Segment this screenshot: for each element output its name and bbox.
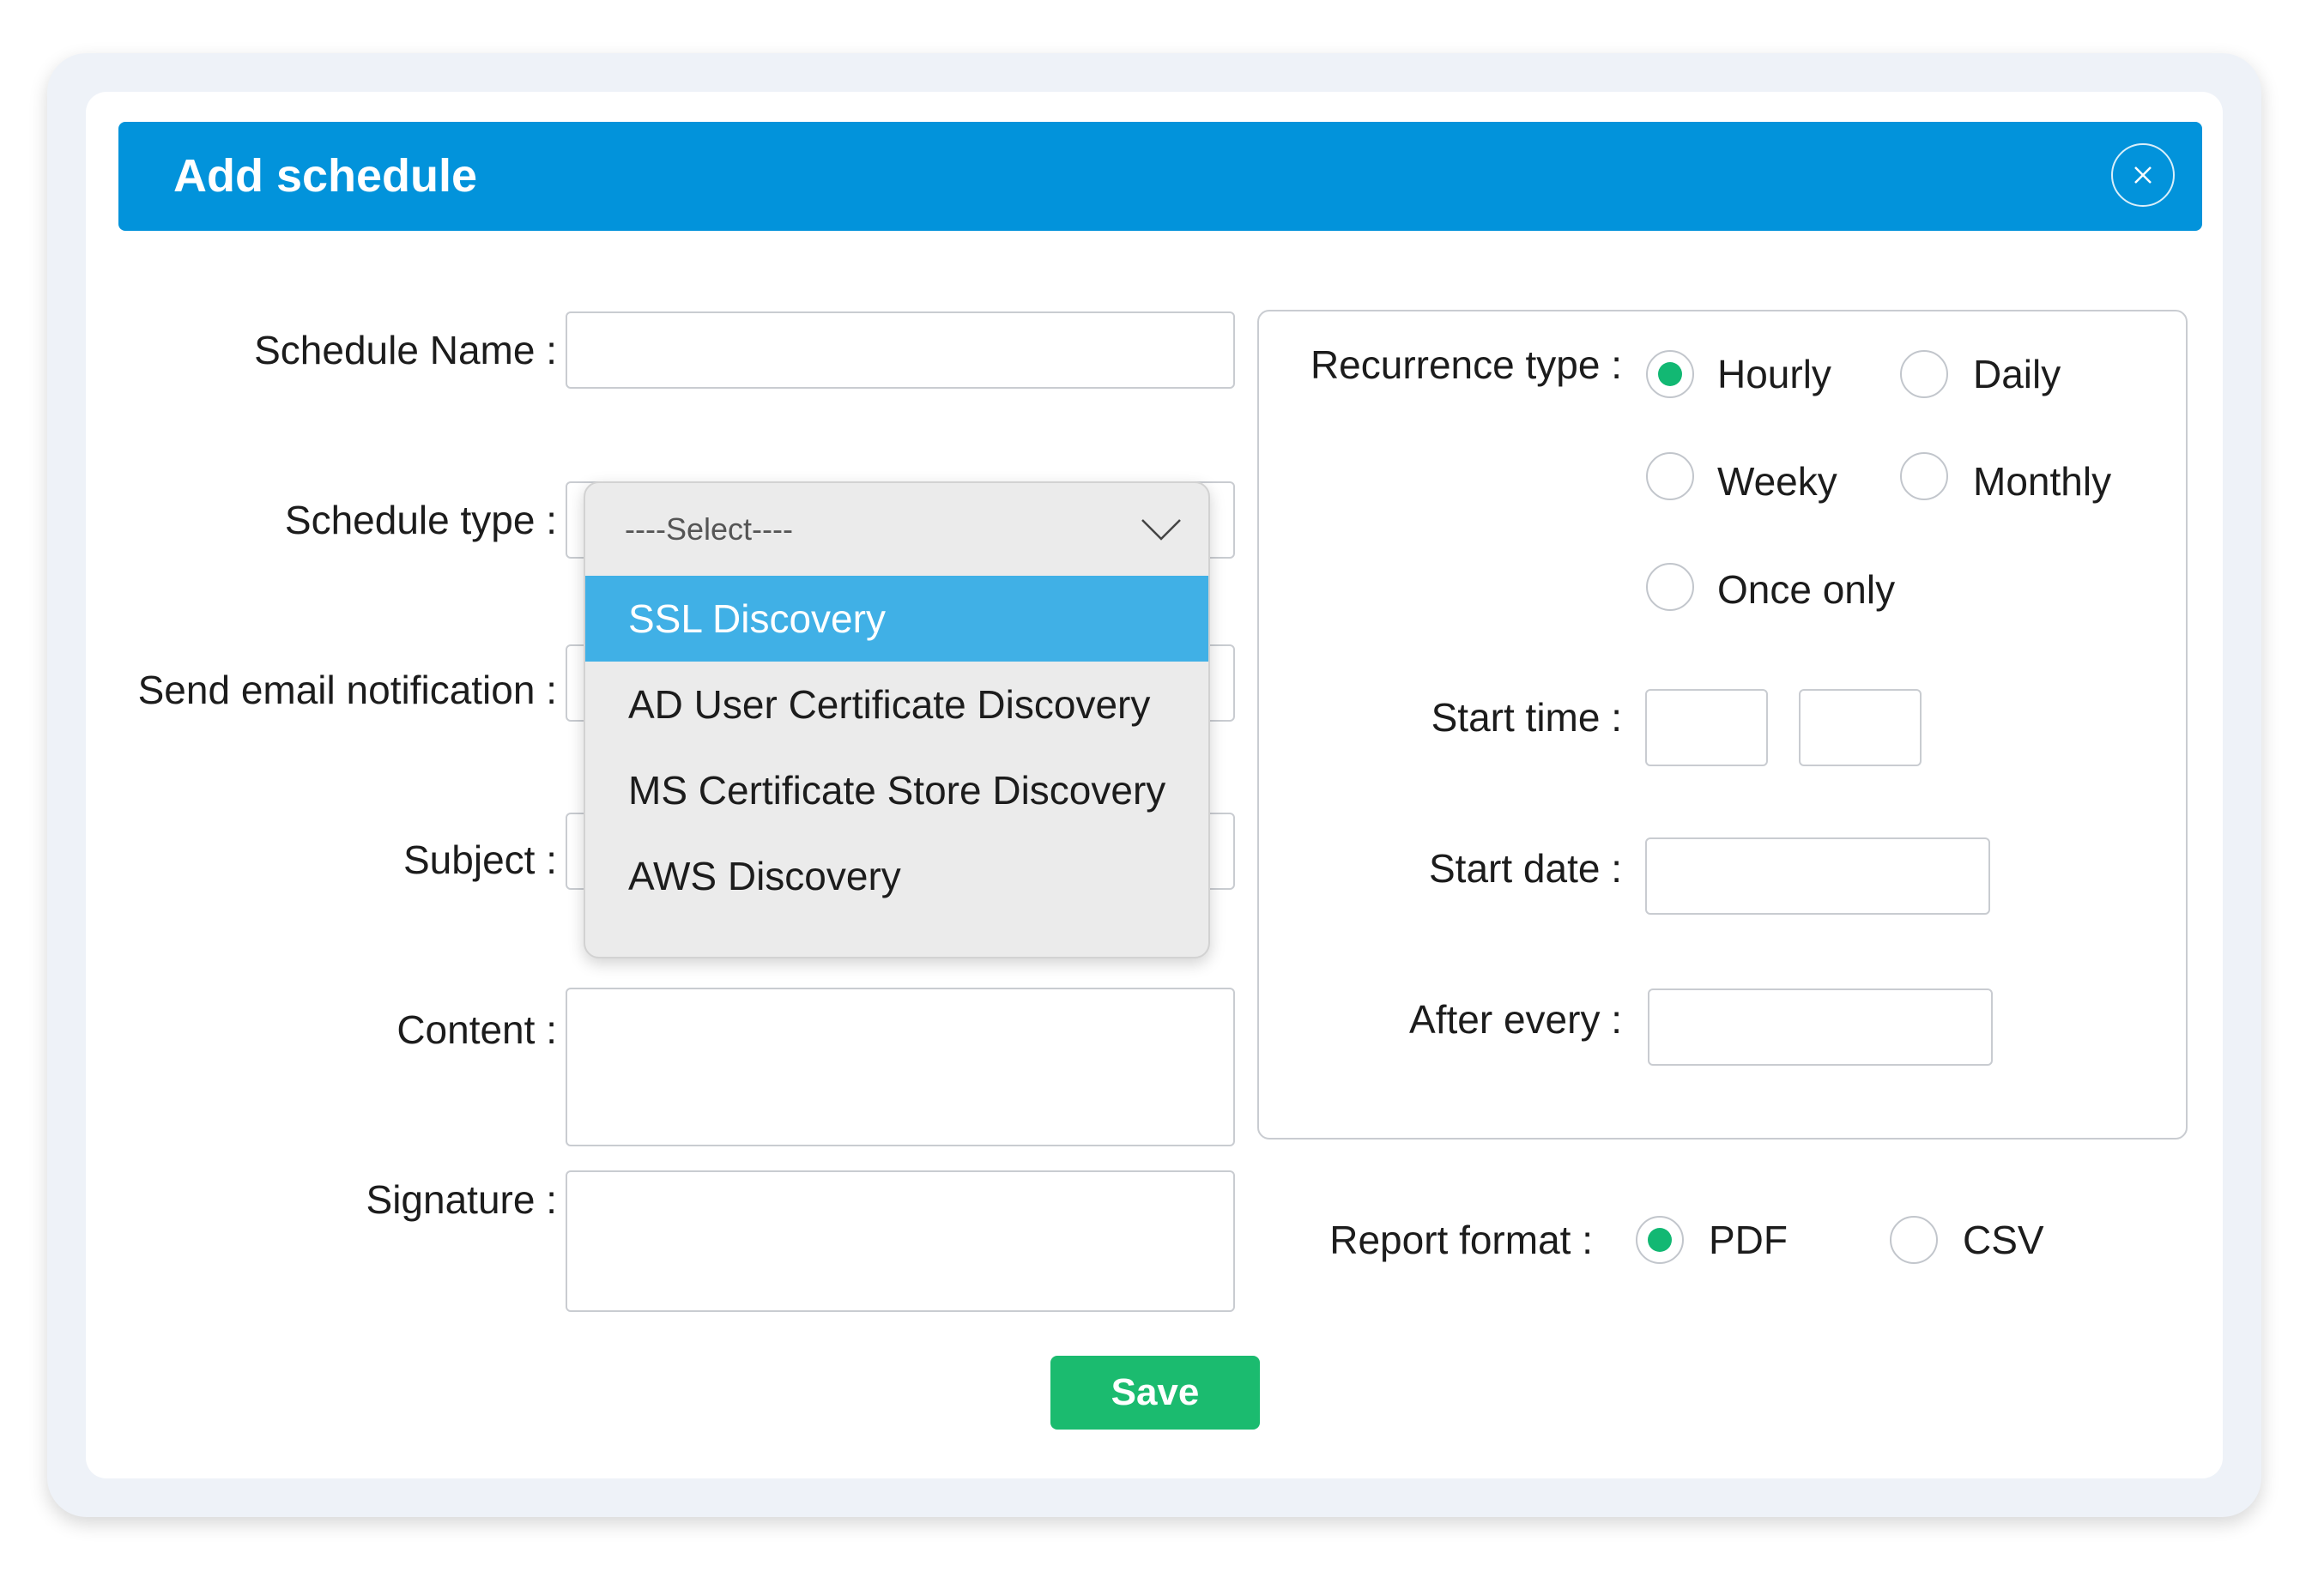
schedule-name-label: Schedule Name : bbox=[254, 328, 557, 372]
send-email-label: Send email notification : bbox=[137, 668, 557, 712]
save-button[interactable]: Save bbox=[1050, 1356, 1260, 1430]
close-icon bbox=[2134, 166, 2152, 184]
content-textarea[interactable] bbox=[566, 988, 1235, 1146]
dropdown-option-ssl-discovery[interactable]: SSL Discovery bbox=[585, 576, 1208, 662]
dropdown-option-ad-user-certificate[interactable]: AD User Certificate Discovery bbox=[585, 662, 1208, 747]
content-label: Content : bbox=[396, 1007, 557, 1052]
radio-selected-dot bbox=[1658, 362, 1682, 386]
recurrence-type-label: Recurrence type : bbox=[1310, 342, 1622, 387]
schedule-type-label: Schedule type : bbox=[284, 498, 557, 542]
radio-hourly[interactable] bbox=[1646, 350, 1694, 398]
dropdown-select-trigger[interactable]: ----Select---- bbox=[585, 483, 1208, 576]
radio-selected-dot bbox=[1648, 1228, 1672, 1252]
dropdown-placeholder: ----Select---- bbox=[625, 511, 793, 547]
subject-label: Subject : bbox=[403, 837, 557, 882]
start-date-input[interactable] bbox=[1645, 837, 1990, 915]
after-every-input[interactable] bbox=[1648, 988, 1993, 1066]
radio-csv[interactable] bbox=[1890, 1216, 1938, 1264]
option-pdf-label: PDF bbox=[1709, 1218, 1788, 1262]
signature-label: Signature : bbox=[366, 1177, 557, 1222]
radio-weekly[interactable] bbox=[1646, 452, 1694, 500]
dialog-title: Add schedule bbox=[173, 150, 478, 202]
dropdown-option-aws-discovery[interactable]: AWS Discovery bbox=[585, 833, 1208, 919]
radio-daily[interactable] bbox=[1900, 350, 1948, 398]
start-time-minute-input[interactable] bbox=[1799, 689, 1922, 766]
after-every-label: After every : bbox=[1409, 997, 1622, 1042]
chevron-down-icon bbox=[1141, 519, 1181, 541]
dialog-header: Add schedule bbox=[118, 122, 2202, 231]
option-once-only-label: Once only bbox=[1717, 567, 1896, 612]
option-weekly-label: Weeky bbox=[1717, 459, 1837, 504]
start-time-hour-input[interactable] bbox=[1645, 689, 1768, 766]
radio-once-only[interactable] bbox=[1646, 563, 1694, 611]
option-hourly-label: Hourly bbox=[1717, 352, 1831, 396]
schedule-type-dropdown: ----Select---- SSL Discovery AD User Cer… bbox=[584, 481, 1210, 958]
radio-pdf[interactable] bbox=[1636, 1216, 1684, 1264]
report-format-label: Report format : bbox=[1329, 1218, 1593, 1262]
dropdown-option-ms-certificate-store[interactable]: MS Certificate Store Discovery bbox=[585, 747, 1208, 833]
start-date-label: Start date : bbox=[1428, 846, 1622, 891]
option-csv-label: CSV bbox=[1963, 1218, 2044, 1262]
option-daily-label: Daily bbox=[1973, 352, 2061, 396]
signature-textarea[interactable] bbox=[566, 1170, 1235, 1312]
schedule-name-input[interactable] bbox=[566, 311, 1235, 389]
radio-monthly[interactable] bbox=[1900, 452, 1948, 500]
start-time-label: Start time : bbox=[1431, 695, 1622, 740]
close-button[interactable] bbox=[2111, 143, 2175, 207]
option-monthly-label: Monthly bbox=[1973, 459, 2112, 504]
